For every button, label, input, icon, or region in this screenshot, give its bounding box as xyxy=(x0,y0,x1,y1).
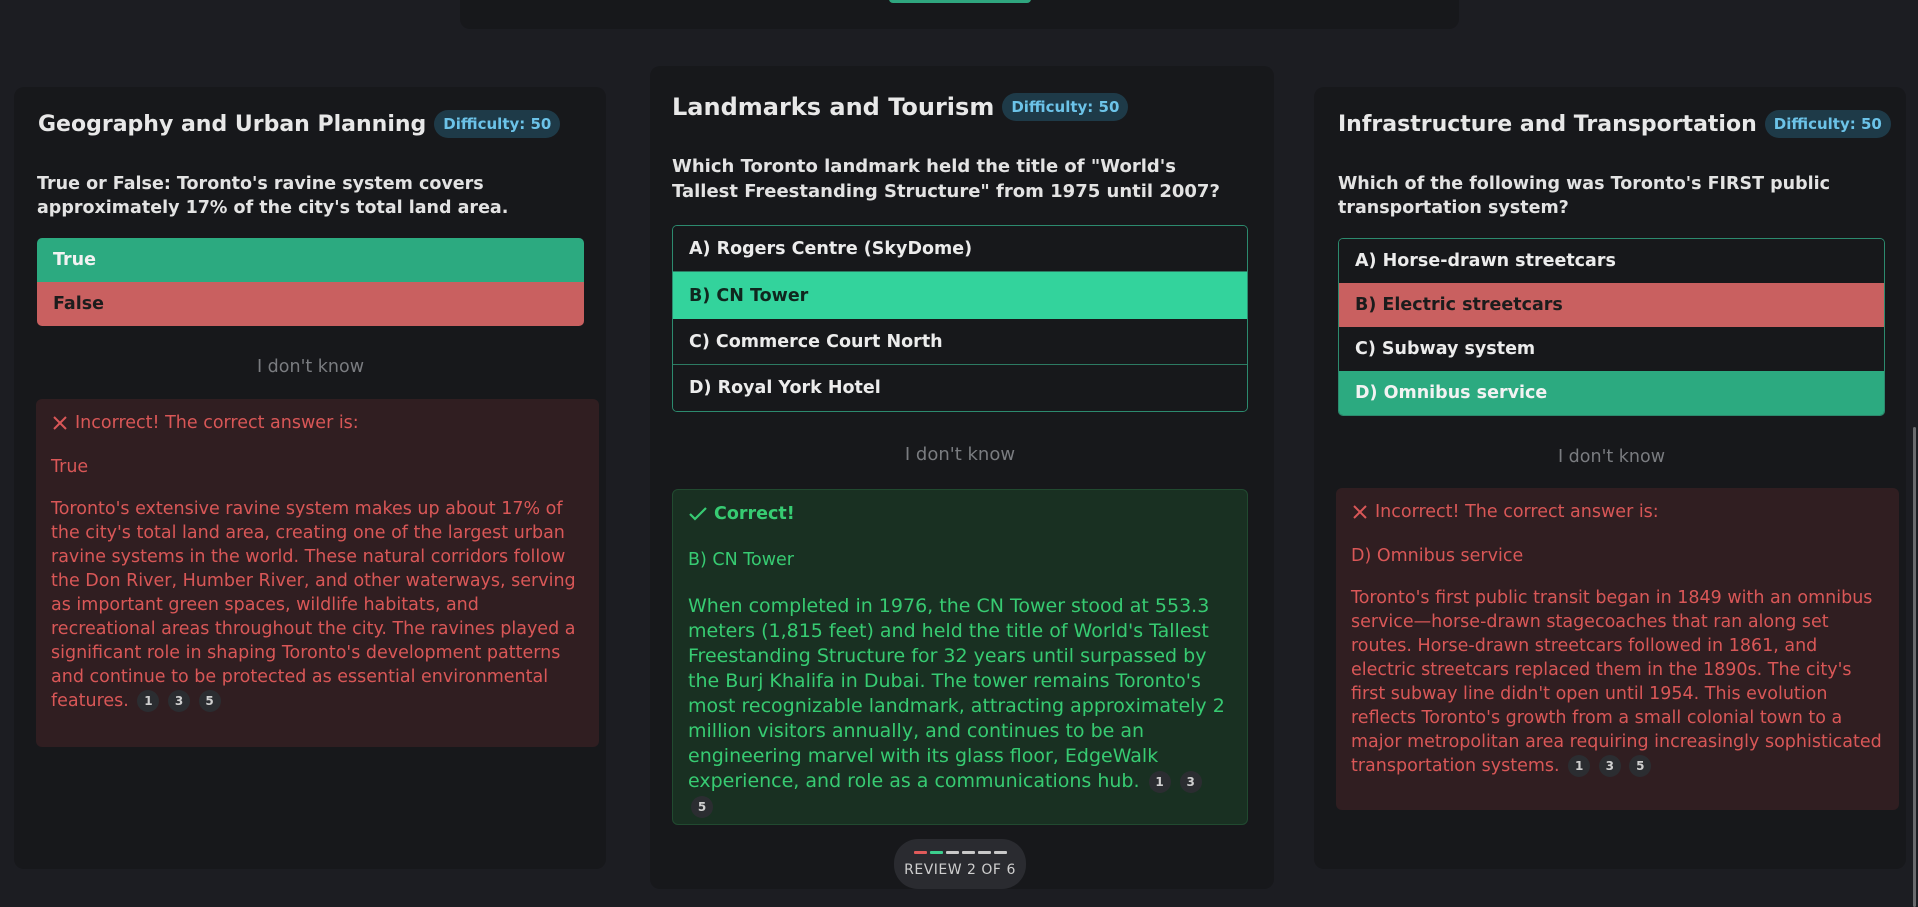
option-b[interactable]: B) Electric streetcars xyxy=(1339,283,1884,327)
citation-badge[interactable]: 3 xyxy=(168,690,191,712)
option-d[interactable]: D) Royal York Hotel xyxy=(673,365,1247,411)
correct-answer: True xyxy=(51,457,89,477)
correct-answer: D) Omnibus service xyxy=(1351,546,1524,566)
citation-badge[interactable]: 1 xyxy=(1568,755,1591,777)
explanation: When completed in 1976, the CN Tower sto… xyxy=(688,594,1232,819)
citation-badge[interactable]: 1 xyxy=(1148,770,1171,793)
close-icon xyxy=(53,416,67,430)
option-c[interactable]: C) Subway system xyxy=(1339,327,1884,371)
feedback-correct: Correct! B) CN Tower When completed in 1… xyxy=(672,489,1248,825)
citation-badge[interactable]: 3 xyxy=(1179,770,1202,793)
card-title: Landmarks and Tourism Difficulty: 50 xyxy=(672,93,1129,121)
option-d[interactable]: D) Omnibus service xyxy=(1339,371,1884,415)
citation-badge[interactable]: 1 xyxy=(137,690,160,712)
question-card-center[interactable]: Landmarks and Tourism Difficulty: 50 Whi… xyxy=(650,66,1274,889)
explanation-text: Toronto's extensive ravine system makes … xyxy=(51,499,576,711)
review-segment xyxy=(977,851,991,854)
question-card-right[interactable]: Infrastructure and Transportation Diffic… xyxy=(1314,87,1906,869)
citation-badge[interactable]: 5 xyxy=(198,690,221,712)
category-title: Landmarks and Tourism xyxy=(672,93,995,121)
option-c[interactable]: C) Commerce Court North xyxy=(673,319,1247,365)
category-title: Infrastructure and Transportation xyxy=(1338,111,1757,137)
explanation: Toronto's first public transit began in … xyxy=(1351,586,1884,778)
citation-badge[interactable]: 5 xyxy=(691,795,713,818)
citation-badge[interactable]: 5 xyxy=(1629,755,1652,777)
question-text: Which Toronto landmark held the title of… xyxy=(672,156,1220,202)
idk-button[interactable]: I don't know xyxy=(1338,447,1885,467)
feedback-header: Incorrect! The correct answer is: xyxy=(1351,500,1884,524)
answer-options: A) Horse-drawn streetcars B) Electric st… xyxy=(1338,238,1885,416)
explanation: Toronto's extensive ravine system makes … xyxy=(51,497,584,713)
review-segment xyxy=(993,851,1007,854)
previous-panel-button[interactable] xyxy=(889,0,1031,3)
close-icon xyxy=(1353,505,1367,519)
idk-button[interactable]: I don't know xyxy=(672,444,1248,465)
correct-answer: B) CN Tower xyxy=(688,550,794,570)
scrollbar[interactable] xyxy=(1913,427,1916,907)
previous-panel xyxy=(460,0,1459,29)
category-title: Geography and Urban Planning xyxy=(38,111,427,137)
explanation-text: When completed in 1976, the CN Tower sto… xyxy=(688,595,1225,792)
question-text: Which of the following was Toronto's FIR… xyxy=(1338,174,1831,218)
option-a[interactable]: A) Horse-drawn streetcars xyxy=(1339,239,1884,283)
citation-badge[interactable]: 3 xyxy=(1598,755,1621,777)
card-title: Geography and Urban Planning Difficulty:… xyxy=(38,110,561,138)
option-a[interactable]: A) Rogers Centre (SkyDome) xyxy=(673,226,1247,272)
feedback-header: Correct! xyxy=(688,502,1232,526)
review-progress: REVIEW 2 OF 6 xyxy=(894,839,1026,889)
answer-options: True False xyxy=(37,238,584,326)
difficulty-badge: Difficulty: 50 xyxy=(1002,93,1129,121)
feedback-header: Incorrect! The correct answer is: xyxy=(51,411,584,435)
option-true[interactable]: True xyxy=(37,238,584,282)
review-segment xyxy=(913,851,927,854)
quiz-review-stage: Geography and Urban Planning Difficulty:… xyxy=(0,0,1918,907)
option-false[interactable]: False xyxy=(37,282,584,326)
review-label: REVIEW 2 OF 6 xyxy=(904,862,1016,878)
question-card-left[interactable]: Geography and Urban Planning Difficulty:… xyxy=(14,87,606,869)
review-segment xyxy=(945,851,959,854)
feedback-incorrect: Incorrect! The correct answer is: D) Omn… xyxy=(1336,488,1899,810)
review-segment xyxy=(929,851,943,854)
difficulty-badge: Difficulty: 50 xyxy=(434,110,561,138)
difficulty-badge: Difficulty: 50 xyxy=(1764,110,1891,138)
feedback-title: Correct! xyxy=(714,504,795,524)
question-text: True or False: Toronto's ravine system c… xyxy=(37,174,509,218)
review-segment xyxy=(961,851,975,854)
option-b[interactable]: B) CN Tower xyxy=(673,272,1247,319)
explanation-text: Toronto's first public transit began in … xyxy=(1351,588,1882,776)
review-segments xyxy=(894,851,1026,854)
feedback-title: Incorrect! The correct answer is: xyxy=(1375,502,1659,522)
feedback-incorrect: Incorrect! The correct answer is: True T… xyxy=(36,399,599,747)
check-icon xyxy=(689,507,707,521)
idk-button[interactable]: I don't know xyxy=(37,357,584,377)
feedback-title: Incorrect! The correct answer is: xyxy=(75,413,359,433)
card-title: Infrastructure and Transportation Diffic… xyxy=(1338,110,1891,138)
answer-options: A) Rogers Centre (SkyDome) B) CN Tower C… xyxy=(672,225,1248,412)
